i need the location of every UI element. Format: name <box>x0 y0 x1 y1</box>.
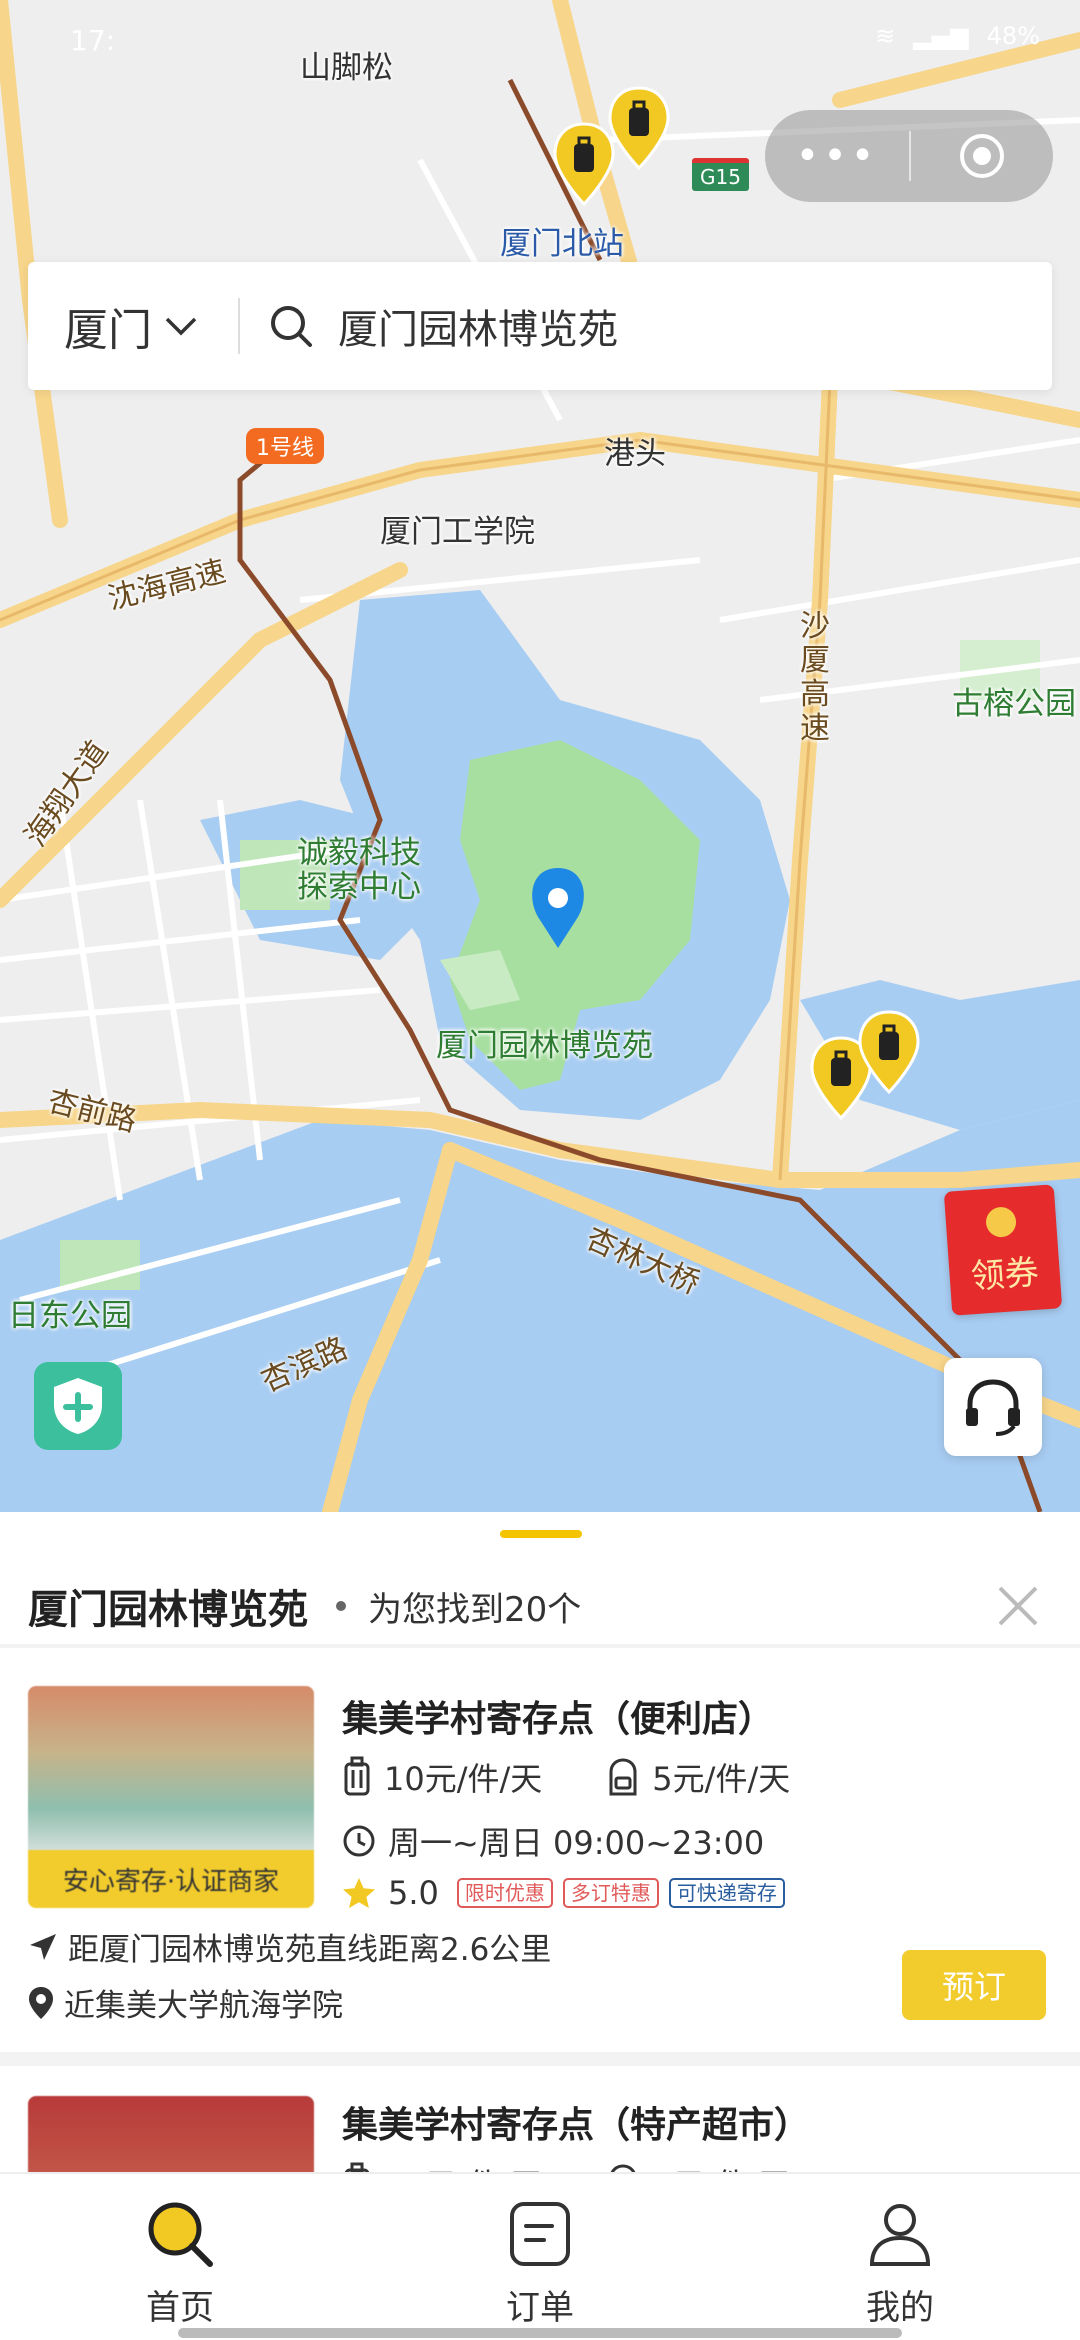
store-card[interactable]: 集美学村寄存点（特产超市） 10元/件/天 5元/件/天 <box>0 2066 1080 2172</box>
tab-home-label: 首页 <box>146 2288 214 2328</box>
clock-icon <box>342 1824 376 1858</box>
customer-service-button[interactable] <box>944 1358 1042 1456</box>
store-photo: 安心寄存·认证商家 <box>28 1686 314 1908</box>
tag-express: 可快递寄存 <box>668 1878 785 1908</box>
battery-text: 48% <box>986 22 1040 50</box>
store-name: 集美学村寄存点（便利店） <box>342 1699 775 1740</box>
opening-hours: 周一~周日 09:00~23:00 <box>388 1824 765 1862</box>
signal-icon: ▂▄▆ <box>913 22 969 50</box>
map-label-north-station: 厦门北站 <box>500 226 624 262</box>
results-header: 厦门园林博览苑 为您找到20个 <box>28 1566 1052 1646</box>
chevron-down-icon <box>165 317 197 336</box>
coupon-seal-icon <box>985 1206 1018 1239</box>
price-row: 10元/件/天 5元/件/天 <box>342 1754 790 1800</box>
headset-icon <box>966 1379 1020 1436</box>
tag-multi-order: 多订特惠 <box>562 1878 659 1908</box>
bag-price: 5元/件/天 <box>652 1760 791 1798</box>
card-divider <box>0 2052 1080 2066</box>
city-selector[interactable]: 厦门 <box>28 294 238 358</box>
coupon-label: 领券 <box>969 1252 1041 1298</box>
search-divider <box>238 298 240 354</box>
status-bar: 17: ≋ ▂▄▆ 48% <box>0 0 1080 80</box>
price-row: 10元/件/天 5元/件/天 <box>342 2160 790 2172</box>
distance-text: 距厦门园林博览苑直线距离2.6公里 <box>68 1932 552 1968</box>
rating-value: 5.0 <box>388 1874 439 1912</box>
close-miniapp-button[interactable] <box>911 130 1053 182</box>
app-screen: 山脚松 厦门北站 G15 1号线 港头 厦门工学院 沈海高速 沙厦高速 古榕公园… <box>0 0 1080 2340</box>
backpack-icon <box>606 2162 640 2172</box>
results-panel: 厦门园林博览苑 为您找到20个 安心寄存·认证商家 集美学村寄存点（便利店） 1… <box>0 1512 1080 2172</box>
close-icon[interactable] <box>988 1576 1048 1636</box>
g15-badge: G15 <box>692 158 749 191</box>
home-indicator <box>178 2328 902 2338</box>
results-location: 厦门园林博览苑 <box>28 1587 308 1633</box>
search-input[interactable] <box>338 303 988 349</box>
map-label-ridong: 日东公园 <box>8 1298 132 1334</box>
certified-badge: 安心寄存·认证商家 <box>28 1850 314 1908</box>
luggage-icon <box>342 1756 372 1798</box>
landmark-text: 近集美大学航海学院 <box>64 1988 343 2024</box>
map-label-garden-expo: 厦门园林博览苑 <box>436 1028 653 1064</box>
store-photo <box>28 2096 314 2172</box>
more-button[interactable]: ••• <box>765 110 909 202</box>
tab-profile[interactable]: 我的 <box>720 2174 1080 2340</box>
luggage-price: 10元/件/天 <box>384 2160 542 2172</box>
order-icon <box>510 2202 570 2266</box>
search-bar: 厦门 <box>28 262 1052 390</box>
map-view[interactable]: 山脚松 厦门北站 G15 1号线 港头 厦门工学院 沈海高速 沙厦高速 古榕公园… <box>0 0 1080 1512</box>
miniapp-capsule: ••• <box>765 110 1053 202</box>
tab-orders[interactable]: 订单 <box>360 2174 720 2340</box>
map-label-gurong: 古榕公园 <box>952 686 1076 722</box>
book-button[interactable]: 预订 <box>902 1950 1046 2020</box>
wifi-icon: ≋ <box>875 22 896 50</box>
safety-button[interactable] <box>34 1362 122 1450</box>
target-icon <box>960 134 1004 178</box>
tag-limited-offer: 限时优惠 <box>456 1878 553 1908</box>
rating-row: 5.0 限时优惠 多订特惠 可快递寄存 <box>342 1874 785 1912</box>
drag-handle[interactable] <box>500 1530 582 1538</box>
hours-row: 周一~周日 09:00~23:00 <box>342 1818 764 1864</box>
map-label-chengyi: 诚毅科技探索中心 <box>297 835 421 905</box>
dot-separator <box>336 1601 346 1611</box>
coupon-button[interactable]: 领券 <box>943 1184 1063 1316</box>
luggage-pin-2[interactable] <box>608 86 670 170</box>
map-label-shaxia: 沙厦高速 <box>800 609 830 746</box>
search-icon <box>268 303 314 349</box>
results-count: 为您找到20个 <box>368 1589 582 1630</box>
store-card[interactable]: 安心寄存·认证商家 集美学村寄存点（便利店） 10元/件/天 5元/件/天 周一… <box>0 1648 1080 2028</box>
status-icons: ≋ ▂▄▆ 48% <box>875 22 1040 50</box>
luggage-pin-4[interactable] <box>858 1010 920 1094</box>
metro-badge: 1号线 <box>246 428 324 464</box>
luggage-price: 10元/件/天 <box>384 1760 543 1798</box>
luggage-icon <box>342 2162 372 2172</box>
city-label: 厦门 <box>64 305 152 356</box>
store-name: 集美学村寄存点（特产超市） <box>342 2105 811 2146</box>
distance-row: 距厦门园林博览苑直线距离2.6公里 <box>28 1924 551 1969</box>
star-icon <box>342 1877 376 1909</box>
tab-home[interactable]: 首页 <box>0 2174 360 2340</box>
navigation-icon <box>28 1932 58 1962</box>
map-label-gangtou: 港头 <box>604 436 666 472</box>
bag-price: 5元/件/天 <box>652 2160 790 2172</box>
status-time: 17: <box>70 24 116 57</box>
user-icon <box>869 2204 931 2266</box>
tab-bar: 首页 订单 我的 <box>0 2172 1080 2340</box>
location-icon <box>28 1986 54 2020</box>
shield-icon <box>54 1378 102 1434</box>
landmark-row: 近集美大学航海学院 <box>28 1980 343 2025</box>
map-label-xmut: 厦门工学院 <box>380 514 535 550</box>
luggage-pin-1[interactable] <box>553 122 615 206</box>
backpack-icon <box>606 1756 640 1798</box>
tab-orders-label: 订单 <box>506 2288 574 2328</box>
search-icon <box>148 2202 213 2267</box>
tab-profile-label: 我的 <box>866 2288 934 2328</box>
